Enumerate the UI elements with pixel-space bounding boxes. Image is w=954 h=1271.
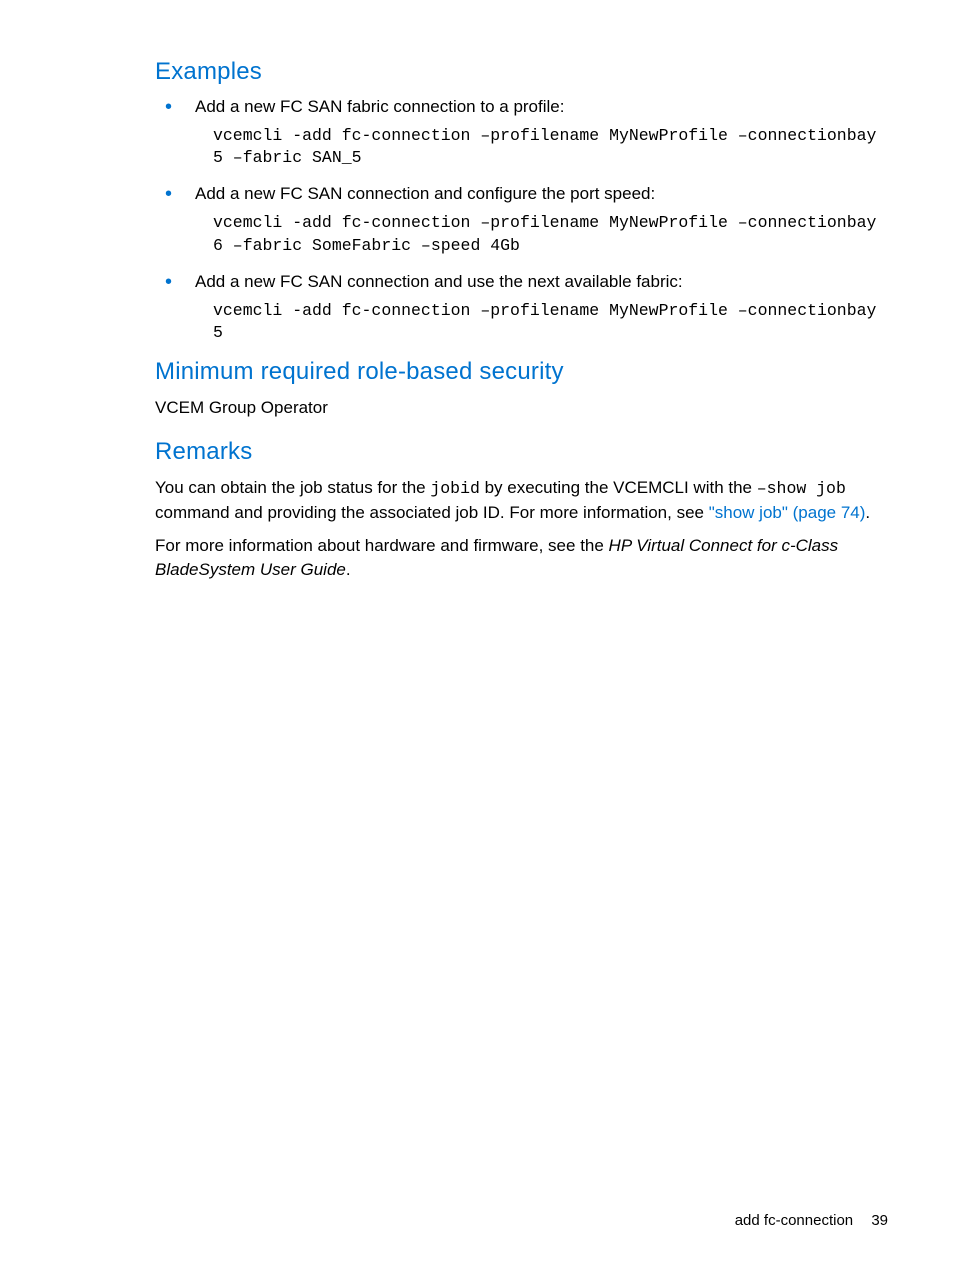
example-desc: Add a new FC SAN fabric connection to a … <box>195 97 564 116</box>
inline-code: jobid <box>430 479 480 498</box>
inline-code: –show job <box>757 479 846 498</box>
footer-page-number: 39 <box>871 1212 888 1229</box>
list-item: Add a new FC SAN connection and configur… <box>155 183 888 256</box>
example-desc: Add a new FC SAN connection and configur… <box>195 184 655 203</box>
example-code: vcemcli -add fc-connection –profilename … <box>195 212 888 257</box>
heading-security: Minimum required role-based security <box>155 358 888 386</box>
remarks-paragraph-2: For more information about hardware and … <box>155 534 888 581</box>
example-desc: Add a new FC SAN connection and use the … <box>195 272 683 291</box>
example-code: vcemcli -add fc-connection –profilename … <box>195 300 888 345</box>
text-run: You can obtain the job status for the <box>155 478 430 497</box>
link-show-job[interactable]: "show job" (page 74) <box>709 503 866 522</box>
list-item: Add a new FC SAN fabric connection to a … <box>155 96 888 169</box>
footer-section: add fc-connection <box>735 1212 853 1229</box>
examples-list: Add a new FC SAN fabric connection to a … <box>155 96 888 344</box>
document-page: Examples Add a new FC SAN fabric connect… <box>0 0 954 1271</box>
text-run: . <box>346 560 351 579</box>
security-text: VCEM Group Operator <box>155 396 888 419</box>
heading-remarks: Remarks <box>155 438 888 466</box>
text-run: . <box>865 503 870 522</box>
list-item: Add a new FC SAN connection and use the … <box>155 271 888 344</box>
heading-examples: Examples <box>155 58 888 86</box>
page-footer: add fc-connection 39 <box>735 1212 888 1229</box>
example-code: vcemcli -add fc-connection –profilename … <box>195 125 888 170</box>
text-run: For more information about hardware and … <box>155 536 609 555</box>
remarks-paragraph-1: You can obtain the job status for the jo… <box>155 476 888 524</box>
text-run: command and providing the associated job… <box>155 503 709 522</box>
text-run: by executing the VCEMCLI with the <box>480 478 757 497</box>
